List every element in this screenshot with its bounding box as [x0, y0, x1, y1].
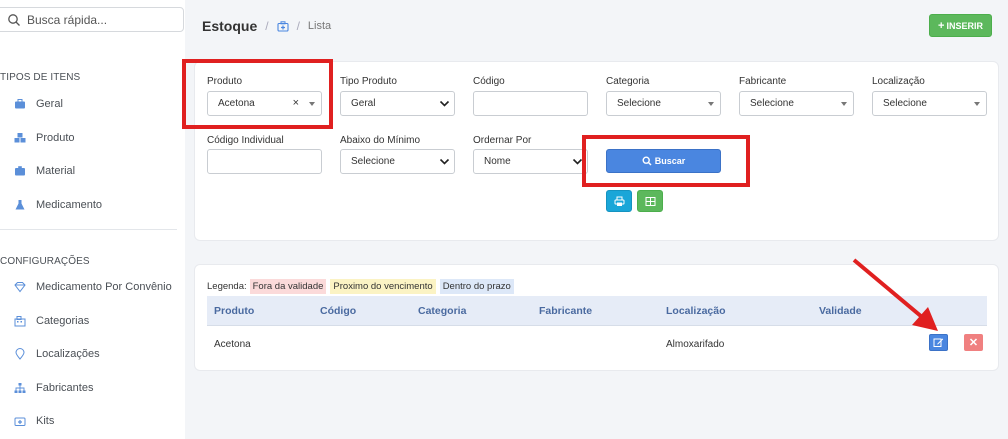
- breadcrumb-separator: /: [265, 19, 269, 33]
- sidebar-item-fabricantes[interactable]: Fabricantes: [14, 378, 93, 398]
- section-title-config: CONFIGURAÇÕES: [0, 256, 90, 267]
- sidebar-item-kits[interactable]: Kits: [14, 411, 54, 431]
- sidebar-item-material[interactable]: Material: [14, 161, 75, 181]
- categoria-value: Selecione: [617, 98, 661, 109]
- codigo-input[interactable]: [473, 91, 588, 116]
- medkit-icon[interactable]: [277, 20, 289, 32]
- breadcrumb: Estoque / / Lista: [202, 16, 331, 36]
- sidebar-item-label: Fabricantes: [36, 382, 94, 394]
- codigo-label: Código: [473, 76, 505, 87]
- print-icon: [614, 196, 624, 206]
- building-icon: [14, 315, 26, 327]
- abaixo-minimo-select[interactable]: Selecione: [340, 149, 455, 174]
- sidebar-item-localizacoes[interactable]: Localizações: [14, 344, 100, 364]
- localizacao-label: Localização: [872, 76, 925, 87]
- map-marker-icon: [14, 348, 26, 360]
- localizacao-select[interactable]: Selecione: [872, 91, 987, 116]
- sitemap-icon: [14, 382, 26, 394]
- codigo-individual-input[interactable]: [207, 149, 322, 174]
- localizacao-value: Selecione: [883, 98, 927, 109]
- categoria-label: Categoria: [606, 76, 650, 87]
- ordenar-por-label: Ordernar Por: [473, 135, 532, 146]
- legend-in-date: Dentro do prazo: [439, 279, 514, 294]
- column-header[interactable]: Fabricante: [539, 305, 592, 317]
- search-icon: [8, 14, 20, 26]
- column-header[interactable]: Categoria: [418, 305, 466, 317]
- codigo-individual-label: Código Individual: [207, 135, 284, 146]
- tipo-produto-value: Geral: [351, 98, 376, 109]
- page-title: Estoque: [202, 18, 258, 34]
- sidebar-item-label: Produto: [36, 132, 75, 144]
- sidebar-item-medicamento[interactable]: Medicamento: [14, 195, 102, 215]
- suitcase-icon: [14, 165, 26, 177]
- chevron-down-icon: [439, 158, 450, 165]
- edit-icon: [933, 338, 944, 347]
- sidebar-item-categorias[interactable]: Categorias: [14, 311, 89, 331]
- cell-produto: Acetona: [214, 339, 251, 350]
- quick-search[interactable]: [0, 7, 184, 32]
- sidebar-item-label: Localizações: [36, 348, 100, 360]
- sidebar-item-label: Medicamento: [36, 199, 103, 211]
- sidebar-item-medicamento-convenio[interactable]: Medicamento Por Convênio: [14, 277, 172, 297]
- annotation-arrow: [852, 258, 938, 331]
- column-header[interactable]: Localização: [666, 305, 726, 317]
- column-header[interactable]: Código: [320, 305, 356, 317]
- cubes-icon: [14, 132, 26, 144]
- abaixo-minimo-label: Abaixo do Mínimo: [340, 135, 421, 146]
- tipo-produto-label: Tipo Produto: [340, 76, 397, 87]
- sidebar-item-produto[interactable]: Produto: [14, 128, 75, 148]
- insert-button-label: INSERIR: [946, 20, 983, 31]
- caret-down-icon: [974, 102, 980, 106]
- insert-button[interactable]: + INSERIR: [929, 14, 992, 37]
- flask-icon: [14, 199, 26, 211]
- fabricante-label: Fabricante: [739, 76, 787, 87]
- column-header[interactable]: Produto: [214, 305, 254, 317]
- abaixo-minimo-value: Selecione: [351, 156, 395, 167]
- export-table-button[interactable]: [637, 190, 663, 212]
- sidebar-item-label: Geral: [36, 98, 63, 110]
- cell-localizacao: Almoxarifado: [666, 339, 725, 350]
- medkit-icon: [14, 415, 26, 427]
- table-icon: [645, 196, 655, 206]
- annotation-frame-buscar: [582, 135, 750, 187]
- diamond-icon: [14, 281, 26, 293]
- tipo-produto-select[interactable]: Geral: [340, 91, 455, 116]
- section-title-types: TIPOS DE ITENS: [0, 72, 81, 83]
- sidebar: TIPOS DE ITENS Geral Produto Material Me…: [0, 0, 185, 439]
- sidebar-item-label: Categorias: [36, 315, 90, 327]
- breadcrumb-current: Lista: [307, 20, 332, 32]
- sidebar-item-label: Kits: [36, 415, 55, 427]
- sidebar-item-geral[interactable]: Geral: [14, 94, 63, 114]
- sidebar-item-label: Medicamento Por Convênio: [36, 281, 172, 293]
- plus-icon: +: [938, 19, 945, 32]
- legend-label: Legenda:: [207, 281, 247, 292]
- delete-button[interactable]: ✕: [964, 334, 983, 351]
- close-icon: ✕: [968, 337, 979, 349]
- ordenar-por-select[interactable]: Nome: [473, 149, 588, 174]
- annotation-frame-produto: [182, 59, 333, 129]
- breadcrumb-separator: /: [296, 19, 300, 33]
- chevron-down-icon: [439, 100, 450, 107]
- fabricante-value: Selecione: [750, 98, 794, 109]
- briefcase-icon: [14, 98, 26, 110]
- caret-down-icon: [708, 102, 714, 106]
- ordenar-por-value: Nome: [484, 156, 511, 167]
- print-button[interactable]: [606, 190, 632, 212]
- categoria-select[interactable]: Selecione: [606, 91, 721, 116]
- legend-expired: Fora da validade: [249, 279, 327, 294]
- sidebar-divider: [0, 229, 177, 230]
- legend: Legenda: Fora da validade Proximo do ven…: [207, 279, 518, 294]
- quick-search-input[interactable]: [27, 11, 177, 29]
- caret-down-icon: [841, 102, 847, 106]
- fabricante-select[interactable]: Selecione: [739, 91, 854, 116]
- legend-near-expiry: Proximo do vencimento: [330, 279, 436, 294]
- sidebar-item-label: Material: [36, 165, 76, 177]
